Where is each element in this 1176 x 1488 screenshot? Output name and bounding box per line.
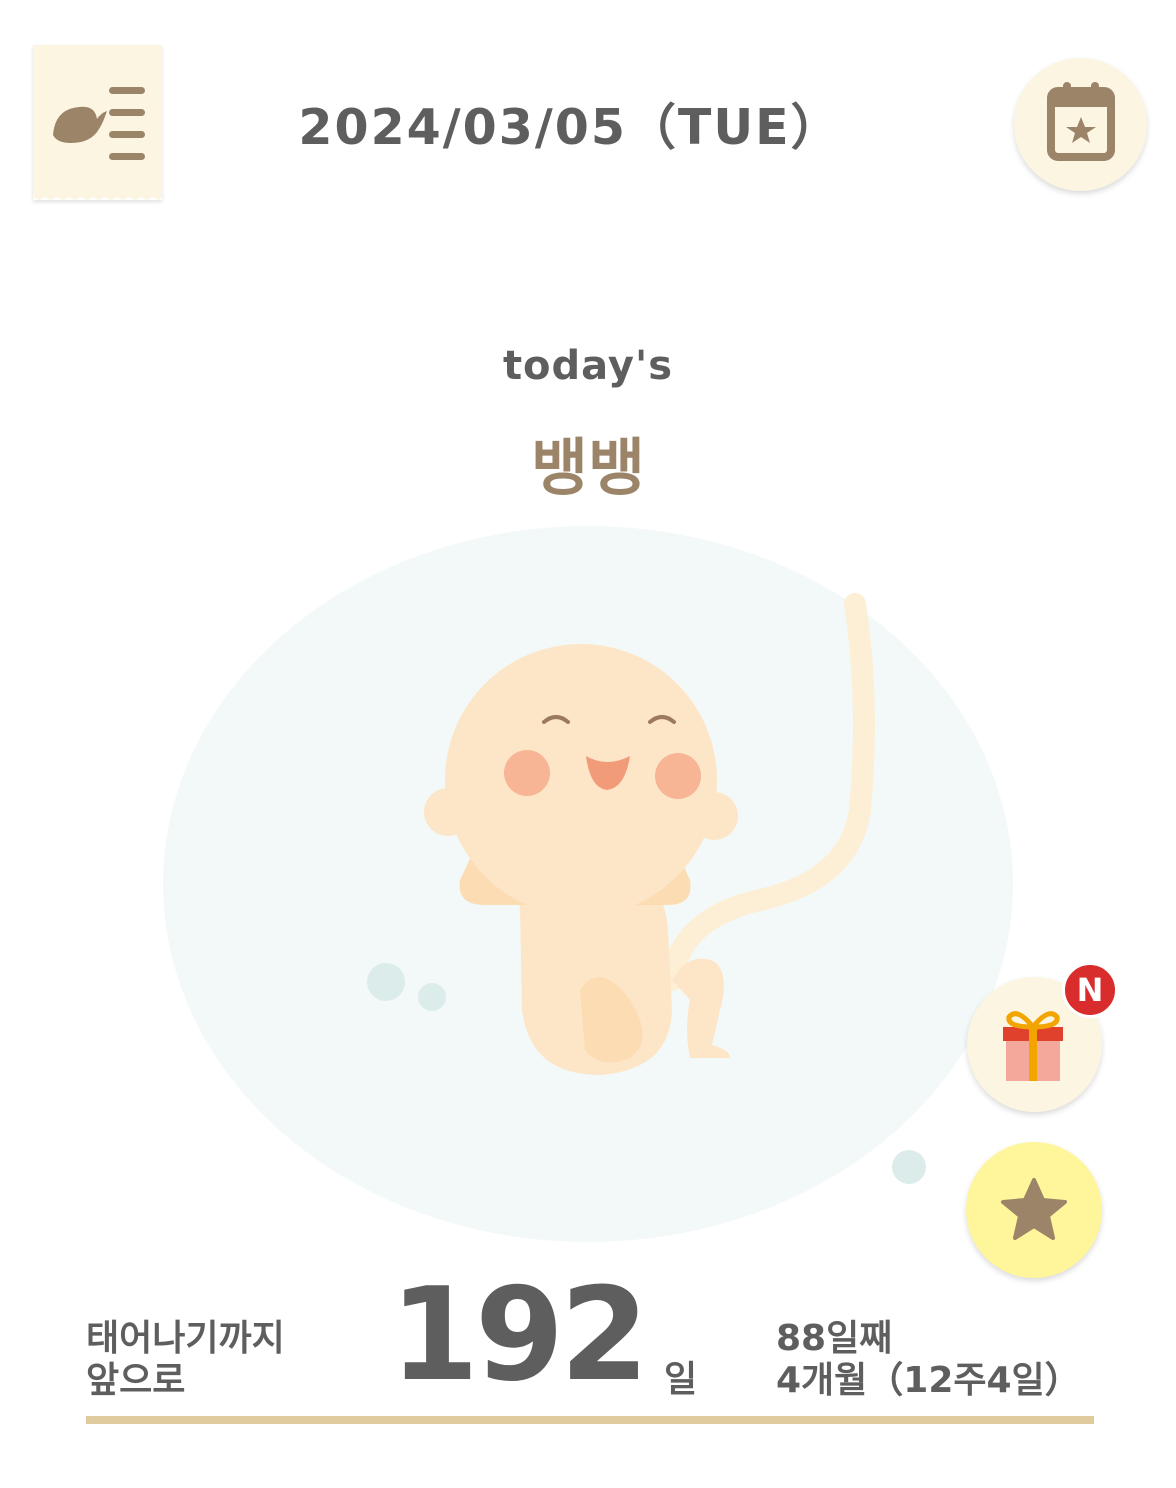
day-count: 88일째 xyxy=(776,1318,893,1359)
countdown-label-line2: 앞으로 xyxy=(86,1360,186,1401)
month-week: 4개월（12주4일） xyxy=(776,1360,1081,1401)
progress-bar-fill xyxy=(86,1416,1094,1424)
days-unit: 일 xyxy=(664,1359,698,1400)
progress-bar xyxy=(86,1416,1094,1424)
new-badge: N xyxy=(1062,962,1118,1018)
bubble xyxy=(892,1150,926,1184)
favorite-button[interactable] xyxy=(966,1142,1102,1278)
days-remaining: 192 xyxy=(389,1261,649,1410)
countdown-label-line1: 태어나기까지 xyxy=(86,1318,285,1359)
bubble xyxy=(418,983,446,1011)
pregnancy-progress-info: 88일째 4개월（12주4일） xyxy=(776,1318,1156,1402)
star-icon xyxy=(1001,1178,1067,1240)
countdown-label: 태어나기까지 앞으로 xyxy=(86,1318,386,1402)
bubble xyxy=(367,963,405,1001)
